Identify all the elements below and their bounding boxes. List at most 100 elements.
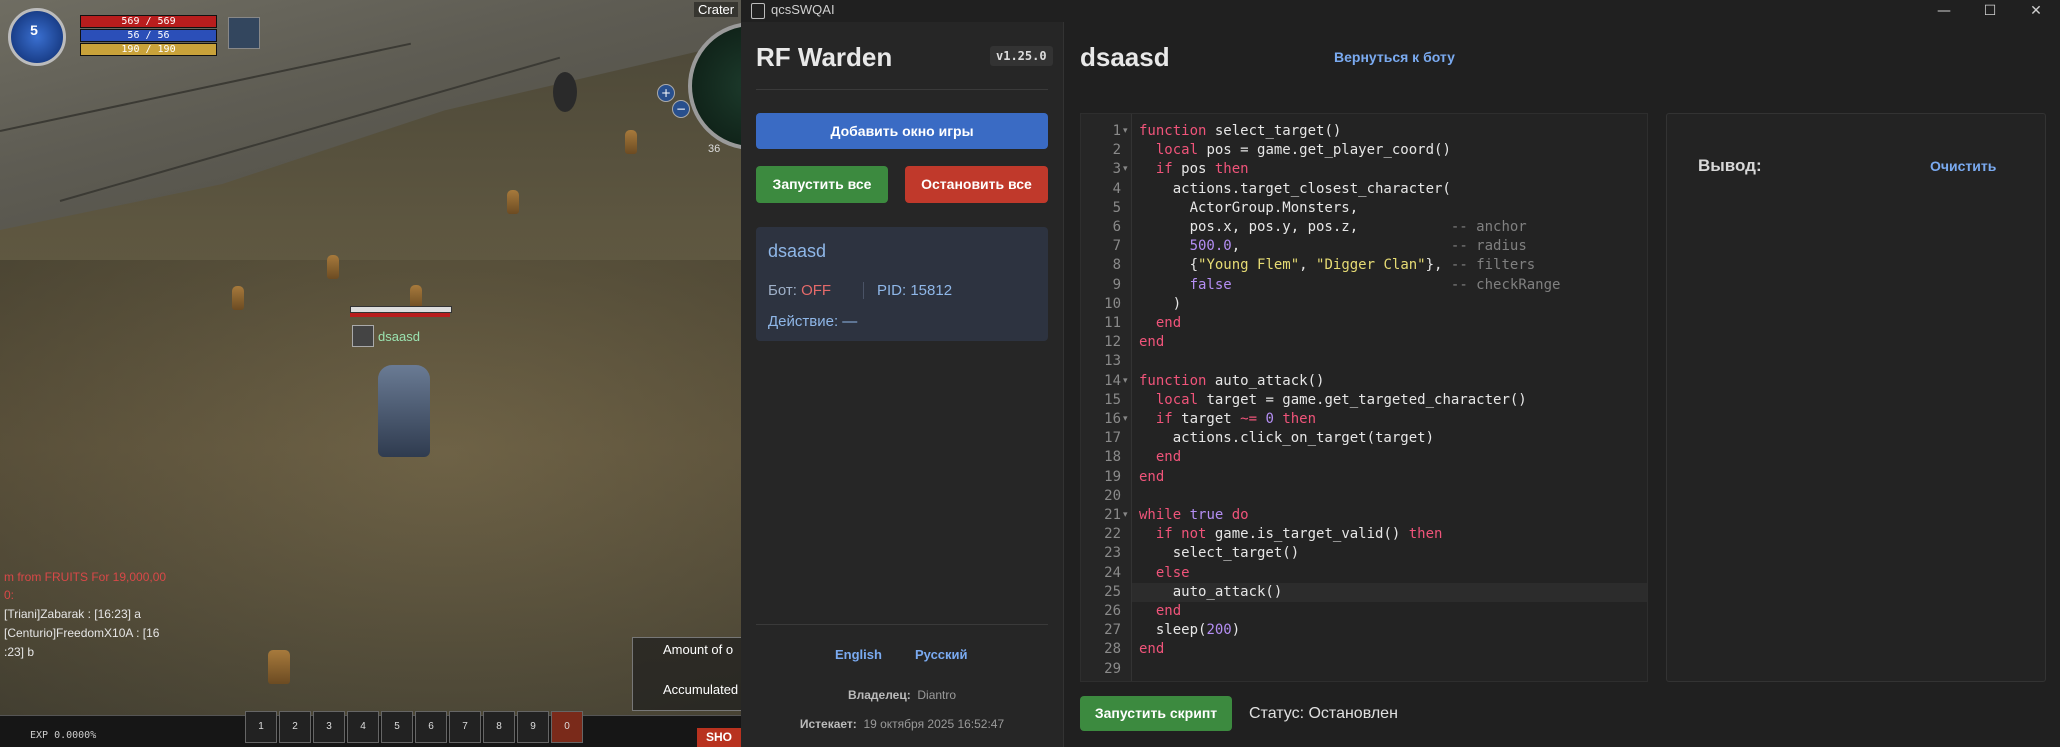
- main-panel: dsaasd Вернуться к боту 1 ▾ 2 3 ▾ 4 5 6 7 8 9 10 11 1…: [1064, 22, 2060, 747]
- code-line[interactable]: pos.x, pos.y, pos.z, -- anchor: [1139, 218, 1527, 237]
- zoom-out-icon[interactable]: −: [672, 100, 690, 118]
- hotbar-slot[interactable]: 9: [517, 711, 549, 743]
- line-number: 2: [1112, 142, 1121, 159]
- code-line[interactable]: if not game.is_target_valid() then: [1139, 525, 1443, 544]
- code-line[interactable]: 500.0, -- radius: [1139, 237, 1527, 256]
- code-line[interactable]: auto_attack(): [1139, 583, 1283, 602]
- hotbar-slot[interactable]: 3: [313, 711, 345, 743]
- player-class-icon: [352, 325, 374, 347]
- language-russian-link[interactable]: Русский: [915, 647, 968, 662]
- minimap-number: 36: [708, 143, 721, 155]
- code-line[interactable]: false -- checkRange: [1139, 276, 1561, 295]
- fold-chevron-icon[interactable]: ▾: [1123, 164, 1128, 174]
- fold-chevron-icon[interactable]: ▾: [1123, 376, 1128, 386]
- add-game-window-button[interactable]: Добавить окно игры: [756, 113, 1048, 149]
- code-line[interactable]: local pos = game.get_player_coord(): [1139, 141, 1451, 160]
- hotbar-slot[interactable]: 6: [415, 711, 447, 743]
- code-line[interactable]: select_target(): [1139, 544, 1299, 563]
- line-number: 27: [1104, 622, 1121, 639]
- app-icon: [751, 3, 765, 19]
- player-character: [378, 365, 430, 457]
- code-line[interactable]: end: [1139, 333, 1164, 352]
- zoom-in-icon[interactable]: +: [657, 84, 675, 102]
- code-line[interactable]: if pos then: [1139, 160, 1249, 179]
- run-script-button[interactable]: Запустить скрипт: [1080, 696, 1232, 731]
- quest-tracker[interactable]: Amount of o Accumulated: [632, 637, 741, 711]
- language-english-link[interactable]: English: [835, 647, 882, 662]
- code-line[interactable]: end: [1139, 468, 1164, 487]
- monster[interactable]: [625, 130, 637, 154]
- shop-button[interactable]: SHO: [697, 728, 741, 747]
- client-bot-status: Бот: OFF: [768, 282, 832, 299]
- monster[interactable]: [327, 255, 339, 279]
- start-all-button[interactable]: Запустить все: [756, 166, 888, 203]
- code-line[interactable]: {"Young Flem", "Digger Clan"}, -- filter…: [1139, 256, 1536, 275]
- client-pid: PID: 15812: [863, 282, 952, 299]
- code-line[interactable]: actions.click_on_target(target): [1139, 429, 1434, 448]
- sidebar: RF Warden v1.25.0 Добавить окно игры Зап…: [741, 22, 1064, 747]
- line-number: 15: [1104, 391, 1121, 408]
- hotbar-slot[interactable]: 8: [483, 711, 515, 743]
- close-icon[interactable]: ✕: [2013, 0, 2059, 22]
- code-line[interactable]: end: [1139, 640, 1164, 659]
- line-number: 9: [1112, 276, 1121, 293]
- script-status: Статус: Остановлен: [1249, 705, 1398, 722]
- code-line[interactable]: while true do: [1139, 506, 1249, 525]
- monster[interactable]: [232, 286, 244, 310]
- line-number: 7: [1112, 238, 1121, 255]
- maximize-icon[interactable]: ☐: [1967, 0, 2013, 22]
- hotbar-slot[interactable]: 4: [347, 711, 379, 743]
- hotbar-slot[interactable]: 2: [279, 711, 311, 743]
- code-line[interactable]: actions.target_closest_character(: [1139, 180, 1451, 199]
- fp-bar: 56 / 56: [80, 29, 217, 42]
- stop-all-button[interactable]: Остановить все: [905, 166, 1048, 203]
- client-card[interactable]: dsaasd Бот: OFF PID: 15812 Действие: —: [756, 227, 1048, 341]
- fold-chevron-icon[interactable]: ▾: [1123, 414, 1128, 424]
- quest-amount: Amount of o: [663, 642, 734, 657]
- code-line[interactable]: if target ~= 0 then: [1139, 410, 1316, 429]
- hotbar-slot[interactable]: 1: [245, 711, 277, 743]
- code-line[interactable]: end: [1139, 602, 1181, 621]
- line-number: 11: [1104, 315, 1121, 331]
- client-name: dsaasd: [768, 241, 827, 261]
- code-line[interactable]: ): [1139, 295, 1181, 314]
- title-bar[interactable]: qcsSWQAI — ☐ ✕: [741, 0, 2060, 22]
- target-portrait-icon[interactable]: [228, 17, 260, 49]
- code-line[interactable]: local target = game.get_targeted_charact…: [1139, 391, 1527, 410]
- hp-bar: 569 / 569: [80, 15, 217, 28]
- code-line[interactable]: function select_target(): [1139, 122, 1341, 141]
- fold-chevron-icon[interactable]: ▾: [1123, 126, 1128, 136]
- monster[interactable]: [268, 650, 290, 684]
- line-number: 19: [1104, 468, 1121, 485]
- app-window: qcsSWQAI — ☐ ✕ RF Warden v1.25.0 Добавит…: [741, 0, 2060, 747]
- back-to-bot-link[interactable]: Вернуться к боту: [1334, 49, 1455, 65]
- exp-readout: EXP 0.0000%: [30, 730, 97, 741]
- quest-accumulated: Accumulated: [663, 682, 739, 697]
- chat-line: :23] b: [4, 645, 35, 659]
- line-number: 25: [1104, 583, 1121, 600]
- hotbar-slot[interactable]: 0: [551, 711, 583, 743]
- code-line[interactable]: end: [1139, 448, 1181, 467]
- code-line[interactable]: function auto_attack(): [1139, 372, 1324, 391]
- fold-chevron-icon[interactable]: ▾: [1123, 510, 1128, 520]
- code-line[interactable]: sleep(200): [1139, 621, 1240, 640]
- code-line[interactable]: end: [1139, 314, 1181, 333]
- clear-output-link[interactable]: Очистить: [1930, 158, 1996, 174]
- line-number: 10: [1104, 295, 1121, 312]
- hotbar-slot[interactable]: 7: [449, 711, 481, 743]
- game-viewport[interactable]: 5 569 / 569 56 / 56 190 / 190 Crater 36 …: [0, 0, 741, 747]
- hotbar-slot[interactable]: 5: [381, 711, 413, 743]
- monster[interactable]: [507, 190, 519, 214]
- line-number: 18: [1104, 449, 1121, 466]
- player-level: 5: [30, 22, 38, 38]
- code-line[interactable]: ActorGroup.Monsters,: [1139, 199, 1359, 218]
- line-number: 8: [1112, 257, 1121, 274]
- line-number: 20: [1104, 487, 1121, 504]
- output-panel: Вывод: Очистить: [1666, 113, 2046, 682]
- chat-line: m from FRUITS For 19,000,00: [4, 570, 167, 584]
- line-number: 28: [1104, 641, 1121, 658]
- line-number: 29: [1104, 660, 1121, 677]
- code-editor[interactable]: 1 ▾ 2 3 ▾ 4 5 6 7 8 9 10 11 12 13 14 ▾ 15 16 ▾ 17 18 19 20 21 ▾ 22…: [1080, 113, 1648, 682]
- minimize-icon[interactable]: —: [1921, 0, 1967, 22]
- code-line[interactable]: else: [1139, 564, 1190, 583]
